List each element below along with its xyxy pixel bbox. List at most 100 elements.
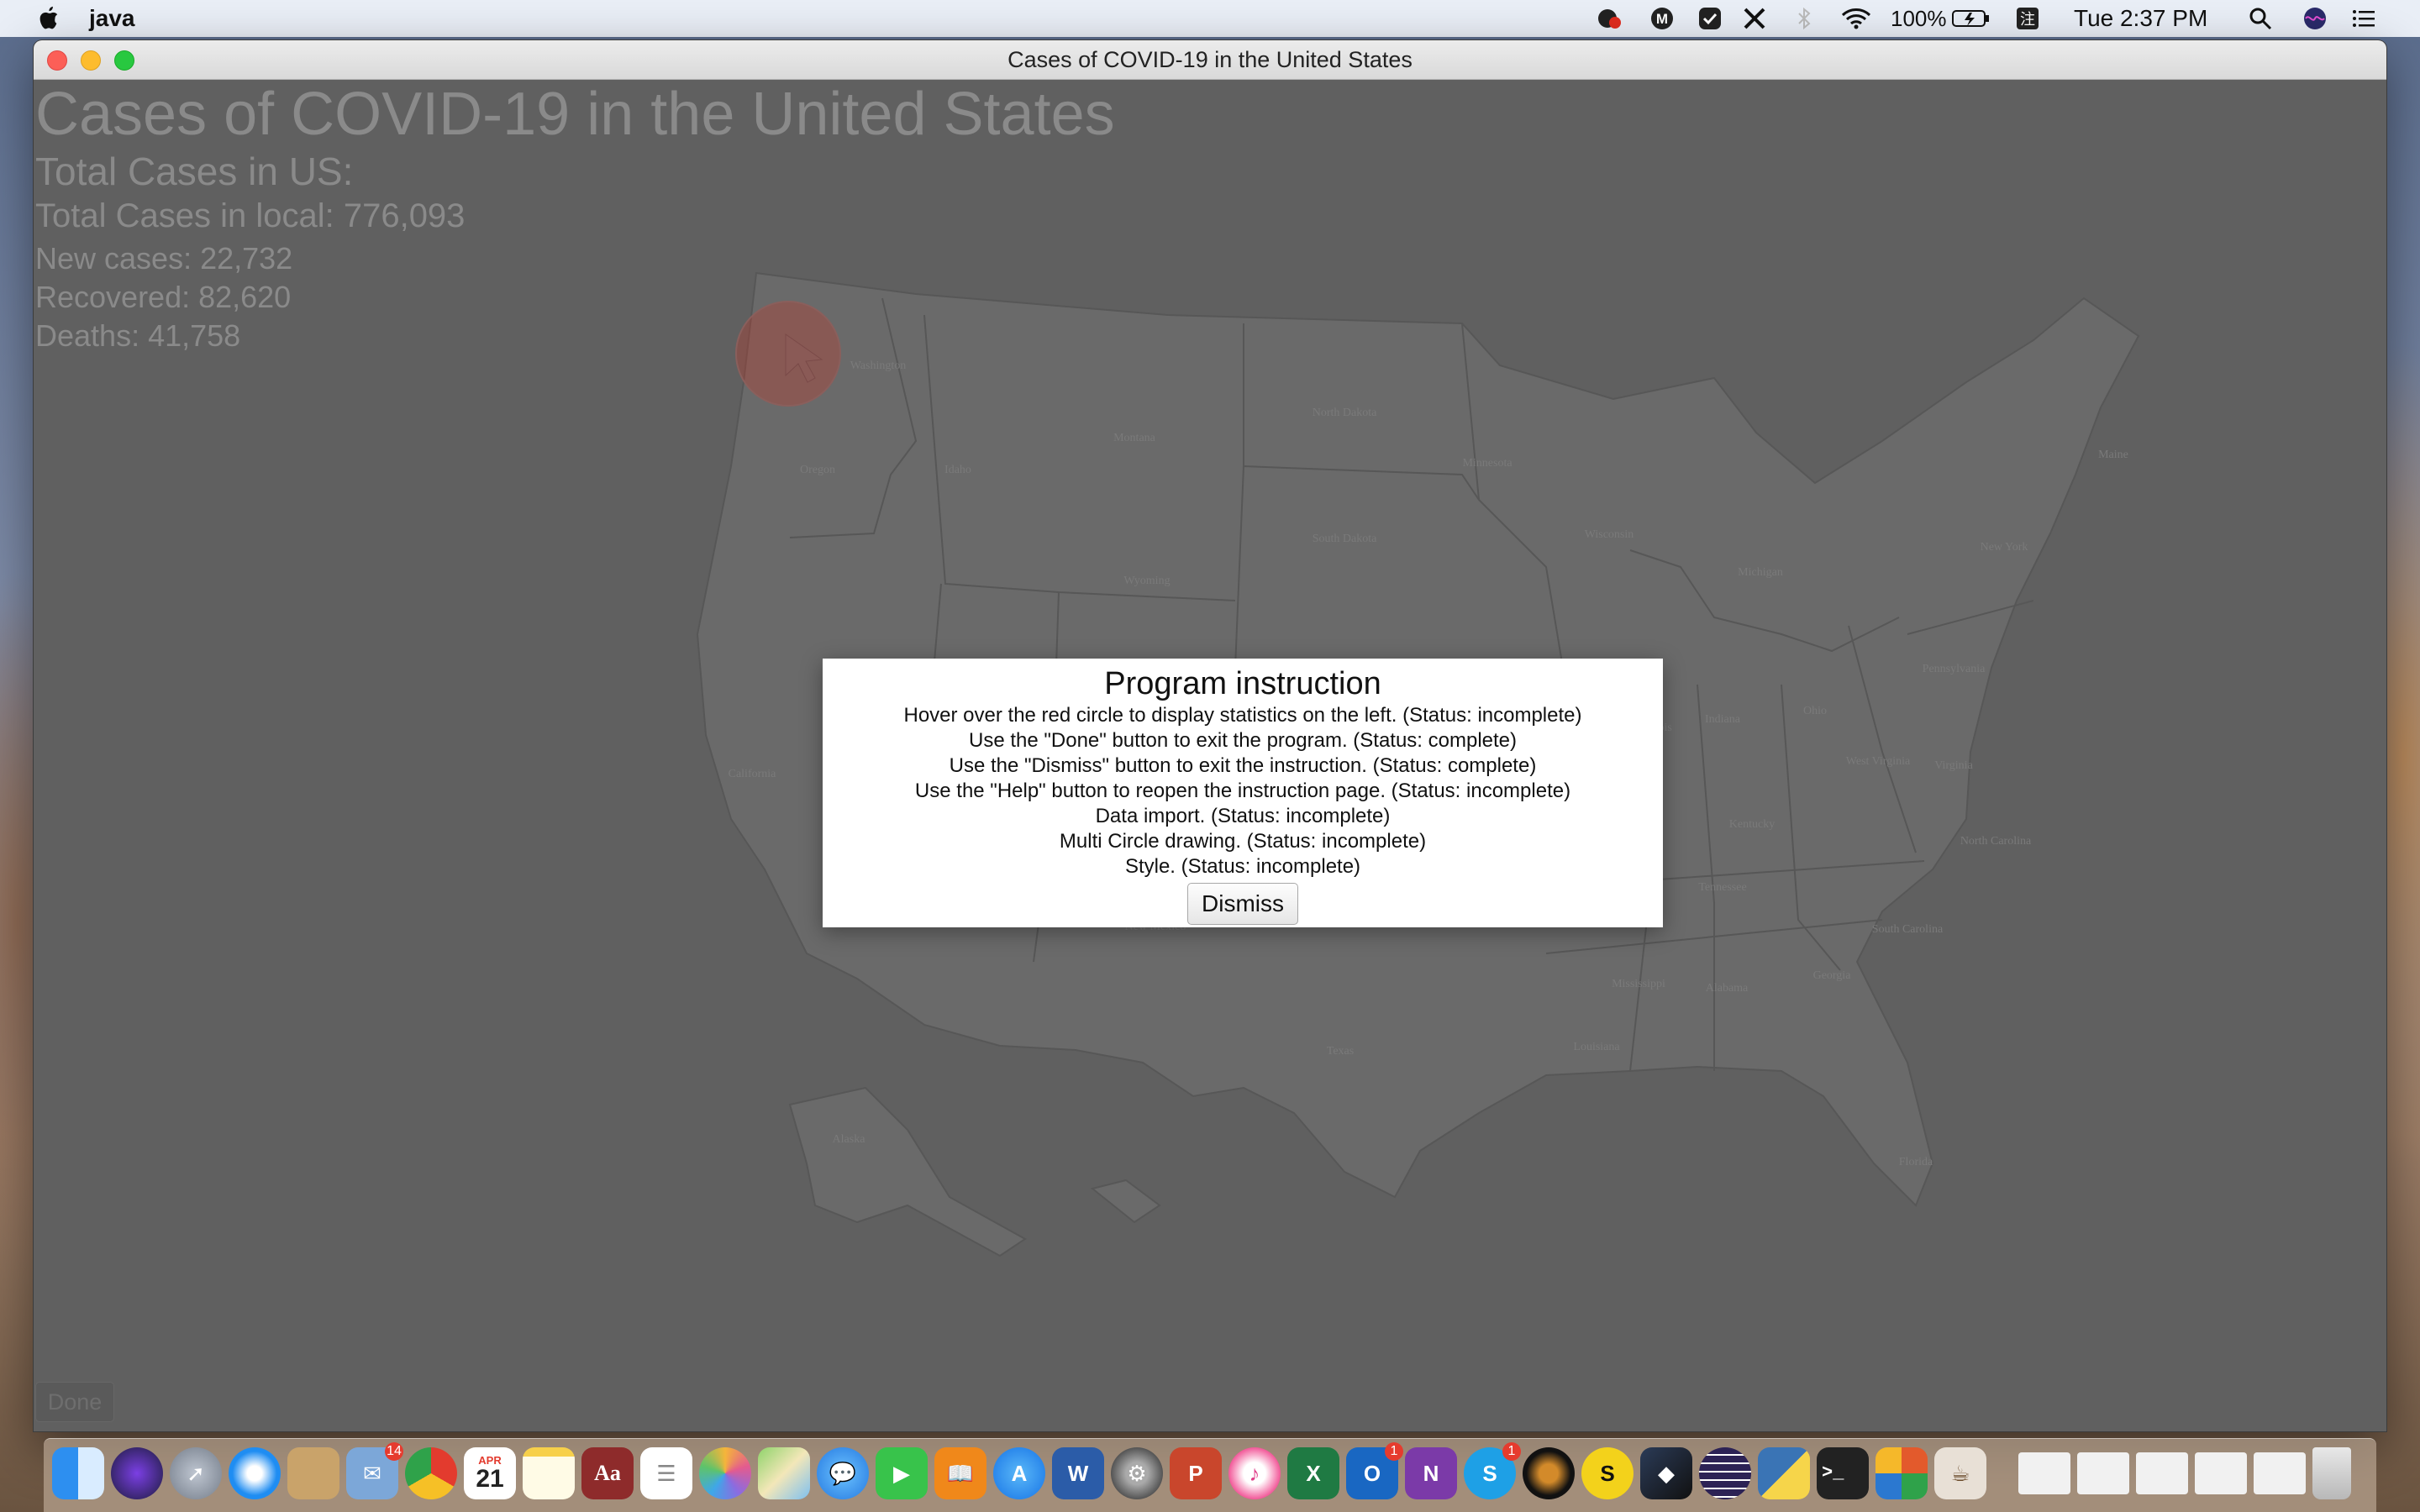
menu-bar: java M 100% 注 Tue 2:37 PM <box>0 0 2420 37</box>
word-icon[interactable]: W <box>1052 1447 1104 1499</box>
outlook-icon[interactable]: O1 <box>1346 1442 1403 1499</box>
app-content: Washington Oregon Idaho Montana North Da… <box>34 80 2386 1431</box>
recovered-count: Recovered: 82,620 <box>35 280 292 314</box>
window-thumbnail[interactable] <box>2077 1452 2129 1494</box>
skype-icon[interactable]: S1 <box>1464 1442 1521 1499</box>
dock: ➚ ✉ 14 APR 21 Aa ☰ 💬 ▶ 📖 A W ⚙ P ♪ X O1 N… <box>44 1438 2376 1512</box>
instruction-line: Multi Circle drawing. (Status: incomplet… <box>1059 830 1427 853</box>
dictionary-icon[interactable]: Aa <box>581 1447 634 1499</box>
svg-text:注: 注 <box>2020 11 2035 29</box>
facetime-icon[interactable]: ▶ <box>876 1447 928 1499</box>
window-titlebar[interactable]: Cases of COVID-19 in the United States <box>34 40 2386 80</box>
launchpad-icon[interactable]: ➚ <box>170 1447 222 1499</box>
reminders-icon[interactable]: ☰ <box>640 1447 692 1499</box>
app-store-icon[interactable]: A <box>993 1447 1045 1499</box>
trash-icon[interactable] <box>2312 1447 2351 1499</box>
state-label: Georgia <box>1813 969 1852 982</box>
window-thumbnail[interactable] <box>2254 1452 2306 1494</box>
excel-icon[interactable]: X <box>1287 1447 1339 1499</box>
state-label: Alabama <box>1706 982 1749 995</box>
mail-badge: 14 <box>385 1442 403 1461</box>
app-window: Cases of COVID-19 in the United States W… <box>34 40 2386 1431</box>
maps-icon[interactable] <box>758 1447 810 1499</box>
window-thumbnail[interactable] <box>2018 1452 2070 1494</box>
state-label: Idaho <box>944 464 971 476</box>
creative-cloud-icon[interactable] <box>1597 6 1622 31</box>
state-label: New York <box>1981 541 2028 554</box>
calendar-month: APR <box>478 1454 502 1467</box>
app-menu-name[interactable]: java <box>89 0 135 37</box>
battery-percent: 100% <box>1891 6 1947 31</box>
total-cases-local: Total Cases in local: 776,093 <box>35 197 466 234</box>
skype-badge: 1 <box>1502 1442 1521 1461</box>
notes-icon[interactable] <box>523 1447 575 1499</box>
state-label: Louisiana <box>1573 1041 1620 1053</box>
state-label: Alaska <box>833 1133 866 1146</box>
photos-icon[interactable] <box>699 1447 751 1499</box>
instruction-line: Use the "Dismiss" button to exit the ins… <box>949 754 1537 777</box>
state-label: Indiana <box>1705 713 1741 726</box>
window-thumbnail[interactable] <box>2195 1452 2247 1494</box>
done-button[interactable]: Done <box>35 1382 114 1422</box>
state-label: Oregon <box>800 464 835 476</box>
mail-icon[interactable]: ✉ 14 <box>346 1442 403 1499</box>
calendar-icon[interactable]: APR 21 <box>464 1447 516 1499</box>
window-thumbnail[interactable] <box>2136 1452 2188 1494</box>
app-heading: Cases of COVID-19 in the United States <box>35 81 1115 148</box>
state-label: Ohio <box>1803 705 1827 717</box>
dismiss-button[interactable]: Dismiss <box>1187 883 1298 925</box>
svg-text:M: M <box>1656 11 1668 27</box>
apple-icon[interactable] <box>35 5 60 30</box>
state-label: Mississippi <box>1612 978 1665 990</box>
wifi-icon[interactable] <box>1840 6 1872 31</box>
battery-icon[interactable] <box>1951 6 1991 31</box>
total-cases-us: Total Cases in US: <box>35 150 354 193</box>
cinema-app-icon[interactable] <box>1523 1447 1575 1499</box>
eclipse-icon[interactable] <box>1699 1447 1751 1499</box>
dialog-title: Program instruction <box>1104 666 1381 701</box>
state-label: Minnesota <box>1462 457 1512 470</box>
window-title: Cases of COVID-19 in the United States <box>1007 47 1413 72</box>
state-label: Pennsylvania <box>1923 663 1986 675</box>
m-app-icon[interactable]: M <box>1649 6 1675 31</box>
messages-icon[interactable]: 💬 <box>817 1447 869 1499</box>
coffee-app-icon[interactable]: ☕ <box>1934 1447 1986 1499</box>
siri-icon[interactable] <box>111 1447 163 1499</box>
state-label: Washington <box>850 360 907 372</box>
input-method-icon[interactable]: 注 <box>2015 6 2040 31</box>
powerpoint-icon[interactable]: P <box>1170 1447 1222 1499</box>
terminal-icon[interactable]: >_ <box>1817 1447 1869 1499</box>
checkbox-app-icon[interactable] <box>1697 6 1723 31</box>
python-launcher-icon[interactable] <box>1758 1447 1810 1499</box>
office-icon[interactable] <box>1876 1447 1928 1499</box>
instruction-line: Style. (Status: incomplete) <box>1124 855 1361 878</box>
notes-folder-icon[interactable] <box>287 1447 339 1499</box>
state-label: Texas <box>1327 1045 1354 1058</box>
state-label: Montana <box>1113 432 1156 444</box>
state-label: South Carolina <box>1872 923 1944 936</box>
instruction-line: Data import. (Status: incomplete) <box>1095 805 1391 827</box>
notification-center-icon[interactable] <box>2351 6 2376 31</box>
state-label: Michigan <box>1738 566 1783 579</box>
chrome-icon[interactable] <box>405 1447 457 1499</box>
vector-app-icon[interactable]: ◆ <box>1640 1447 1692 1499</box>
menu-clock[interactable]: Tue 2:37 PM <box>2074 0 2207 37</box>
finder-icon[interactable] <box>52 1447 104 1499</box>
onenote-icon[interactable]: N <box>1405 1447 1457 1499</box>
itunes-icon[interactable]: ♪ <box>1228 1447 1281 1499</box>
state-label: Tennessee <box>1698 881 1746 894</box>
state-label: Virginia <box>1934 759 1973 772</box>
deaths-count: Deaths: 41,758 <box>35 318 241 353</box>
outlook-badge: 1 <box>1385 1442 1403 1461</box>
books-icon[interactable]: 📖 <box>934 1447 986 1499</box>
spotlight-search-icon[interactable] <box>2248 6 2273 31</box>
new-cases: New cases: 22,732 <box>35 241 293 276</box>
s-app-icon[interactable]: S <box>1581 1447 1634 1499</box>
siri-icon[interactable] <box>2302 6 2328 31</box>
instruction-dialog: Program instruction Hover over the red c… <box>823 659 1663 927</box>
tools-icon[interactable] <box>1742 6 1767 31</box>
bluetooth-icon[interactable] <box>1791 6 1817 31</box>
system-preferences-icon[interactable]: ⚙ <box>1111 1447 1163 1499</box>
state-label: North Carolina <box>1960 835 2032 848</box>
safari-icon[interactable] <box>229 1447 281 1499</box>
